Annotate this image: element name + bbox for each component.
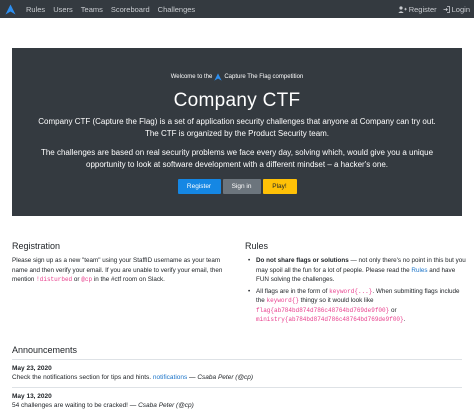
hero-banner: Welcome to the Capture The Flag competit… — [12, 48, 462, 216]
disturbed-code: !disturbed — [36, 276, 73, 283]
keyword-code: keyword{...} — [329, 287, 373, 295]
play-button[interactable]: Play! — [262, 179, 297, 194]
rule-text: or — [389, 306, 397, 314]
rule-text: . — [403, 316, 406, 323]
nav-register-label: Register — [408, 4, 437, 14]
rule-bold: Do not share flags or solutions — [256, 257, 349, 264]
rules-section: Rules Do not share flags or solutions — … — [245, 241, 467, 327]
nav-link-users[interactable]: Users — [53, 5, 73, 14]
nav-auth: Register Login — [392, 5, 470, 14]
nav-login-link[interactable]: Login — [443, 5, 470, 14]
announcement-message: 54 challenges are waiting to be cracked!… — [12, 402, 462, 409]
welcome-prefix: Welcome to the — [170, 74, 213, 80]
announcement-message: Check the notifications section for tips… — [12, 374, 462, 381]
announcement-date: May 23, 2020 — [12, 365, 52, 372]
announcements-section: Announcements May 23, 2020 Check the not… — [12, 345, 462, 415]
welcome-suffix: Capture The Flag competition — [224, 74, 304, 80]
page-title: Company CTF — [173, 90, 301, 111]
sign-in-icon — [443, 5, 450, 13]
flag-example-code: flag{ab784bd874d786c48764bd769de9f00} — [256, 306, 390, 314]
announcements-heading: Announcements — [12, 345, 78, 355]
nav-links: Rules Users Teams Scoreboard Challenges — [26, 5, 203, 14]
hero-description-text: The challenges are based on real securit… — [40, 148, 434, 169]
register-button[interactable]: Register — [177, 179, 221, 194]
ministry-example-code: ministry{ab784bd874d786c48764bd769de9f00… — [256, 316, 404, 323]
registration-heading: Registration — [12, 241, 61, 251]
nav-link-scoreboard[interactable]: Scoreboard — [111, 5, 150, 14]
announcement-signature: — Csaba Peter (@cp) — [129, 402, 194, 409]
nav-link-teams[interactable]: Teams — [81, 5, 103, 14]
rules-heading: Rules — [245, 241, 269, 251]
sign-in-button[interactable]: Sign in — [222, 179, 261, 194]
rules-list: Do not share flags or solutions — not on… — [245, 256, 467, 325]
announcement-date: May 13, 2020 — [12, 393, 52, 400]
keyword-braces-code: keyword{} — [266, 297, 299, 304]
announcement-item: May 23, 2020 Check the notifications sec… — [12, 365, 462, 381]
navbar: Rules Users Teams Scoreboard Challenges … — [0, 0, 474, 18]
divider — [12, 359, 462, 360]
announcement-signature: — Csaba Peter (@cp) — [187, 374, 254, 381]
notifications-link[interactable]: notifications — [153, 374, 187, 381]
rule-text: All flags are in the form of — [256, 287, 330, 295]
nav-link-rules[interactable]: Rules — [26, 5, 45, 14]
announcement-text: 54 challenges are waiting to be cracked! — [12, 402, 130, 409]
welcome-line: Welcome to the Capture The Flag competit… — [12, 73, 462, 81]
announcement-text: Check the notifications section for tips… — [12, 374, 153, 381]
rule-item-no-sharing: Do not share flags or solutions — not on… — [245, 256, 467, 285]
rule-item-flag-format: All flags are in the form of keyword{...… — [245, 287, 467, 325]
logo-icon[interactable] — [4, 3, 16, 15]
cp-code: @cp — [81, 276, 93, 283]
nav-link-challenges[interactable]: Challenges — [158, 5, 196, 14]
registration-section: Registration Please sign up as a new "te… — [12, 241, 234, 285]
hero-intro-text: Company CTF (Capture the Flag) is a set … — [38, 117, 436, 138]
hero-buttons: Register Sign in Play! — [12, 179, 462, 194]
nav-login-label: Login — [451, 4, 470, 14]
nav-register-link[interactable]: Register — [398, 5, 437, 14]
registration-text-or: or — [72, 276, 82, 283]
ctf-logo-icon — [214, 73, 222, 81]
registration-text: Please sign up as a new "team" using you… — [12, 256, 234, 285]
divider — [12, 387, 462, 388]
announcement-item: May 13, 2020 54 challenges are waiting t… — [12, 393, 462, 409]
user-plus-icon — [398, 5, 407, 13]
registration-text-end: in the #ctf room on Slack. — [92, 276, 165, 283]
rule-text: thingy so it would look like — [298, 297, 374, 304]
rules-link[interactable]: Rules — [411, 267, 427, 274]
